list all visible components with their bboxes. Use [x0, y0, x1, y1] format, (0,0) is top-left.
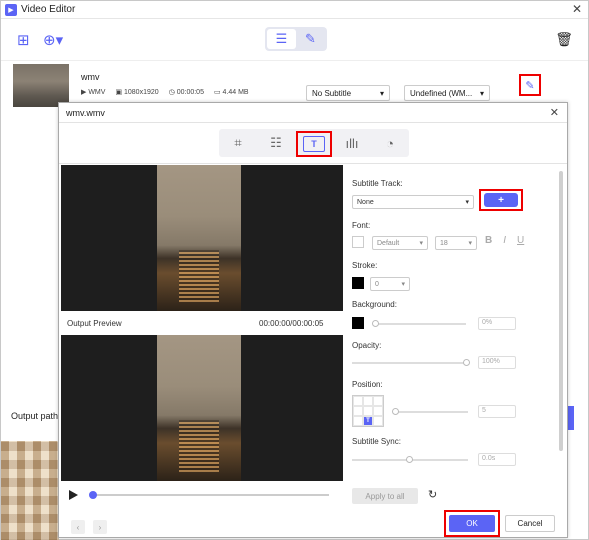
duration-info: ◷ 00:00:05: [168, 89, 204, 96]
background-label: Background:: [352, 300, 397, 309]
ok-highlight: OK: [444, 510, 500, 537]
window-close-button[interactable]: ✕: [572, 2, 582, 16]
opacity-slider[interactable]: [352, 362, 468, 364]
bold-button[interactable]: B: [485, 235, 492, 246]
dialog-close-button[interactable]: ✕: [550, 106, 559, 119]
position-value[interactable]: 5: [478, 405, 516, 418]
font-color-swatch[interactable]: [352, 236, 364, 248]
add-dropdown-icon[interactable]: ⊕▾: [43, 31, 63, 49]
cancel-button[interactable]: Cancel: [505, 515, 555, 532]
opacity-label: Opacity:: [352, 341, 382, 350]
panel-scrollbar[interactable]: [559, 171, 563, 451]
subtitle-sync-knob[interactable]: [406, 456, 413, 463]
next-file-icon[interactable]: ›: [93, 520, 107, 534]
app-logo-icon: ▶: [5, 3, 17, 16]
tabs-divider: [59, 163, 567, 164]
position-label: Position:: [352, 380, 383, 389]
background-color-swatch[interactable]: [352, 317, 364, 329]
title-bar: ▶ Video Editor ✕: [1, 1, 588, 19]
stroke-label: Stroke:: [352, 261, 378, 270]
file-nav: ‹ ›: [71, 520, 107, 534]
edit-view-icon[interactable]: ✎: [296, 29, 325, 49]
subtitle-tab-highlight[interactable]: T: [296, 131, 332, 157]
italic-button[interactable]: I: [503, 235, 506, 246]
background-knob[interactable]: [372, 320, 379, 327]
font-label: Font:: [352, 221, 371, 230]
ok-button[interactable]: OK: [449, 515, 495, 532]
play-icon[interactable]: [69, 490, 78, 500]
app-title: Video Editor: [21, 4, 76, 15]
reset-icon[interactable]: ↻: [428, 488, 437, 501]
audio-select[interactable]: Undefined (WM... ▾: [404, 85, 490, 101]
edit-dialog: wmv.wmv ✕ ⌗ ☷ ıllı ◔ T Output Preview 00…: [58, 102, 568, 538]
subtitle-sync-value[interactable]: 0.0s: [478, 453, 516, 466]
size-info: ▭ 4.44 MB: [213, 89, 249, 96]
stroke-select[interactable]: 0 ▾: [370, 277, 410, 291]
font-style-buttons: B I U: [485, 235, 524, 246]
add-subtitle-highlight: +: [479, 189, 523, 211]
toolbar: ⊞ ⊕▾ ☰ ✎ 🗑: [1, 19, 588, 61]
tab-crop-icon[interactable]: ⌗: [219, 129, 257, 157]
output-path-label: Output path:: [11, 411, 61, 421]
second-video-thumbnail[interactable]: [1, 441, 59, 540]
opacity-knob[interactable]: [463, 359, 470, 366]
position-grid[interactable]: T: [352, 395, 384, 427]
tab-effects-icon[interactable]: ☷: [257, 129, 295, 157]
list-view-icon[interactable]: ☰: [267, 29, 296, 49]
font-family-select[interactable]: Default ▾: [372, 236, 428, 250]
subtitle-panel: Subtitle Track: None ▾ + Font: Default ▾ 1…: [344, 165, 566, 504]
output-preview-label: Output Preview: [67, 319, 122, 328]
apply-to-all-button[interactable]: Apply to all: [352, 488, 418, 504]
progress-knob[interactable]: [89, 491, 97, 499]
position-marker[interactable]: T: [363, 416, 373, 426]
subtitle-track-select[interactable]: None ▾: [352, 195, 474, 209]
preview-time: 00:00:00/00:00:05: [259, 319, 324, 328]
video-thumbnail[interactable]: [13, 64, 69, 107]
progress-track[interactable]: [91, 494, 329, 496]
background-value[interactable]: 0%: [478, 317, 516, 330]
edit-button[interactable]: ✎: [519, 74, 541, 96]
resolution-info: ▣ 1080x1920: [115, 89, 159, 96]
file-name: wmv: [81, 72, 100, 82]
trash-icon[interactable]: 🗑: [555, 31, 573, 48]
add-file-icon[interactable]: ⊞: [17, 31, 30, 49]
player-controls: [61, 483, 343, 505]
tab-speed-icon[interactable]: ◔: [371, 129, 409, 157]
underline-button[interactable]: U: [517, 235, 524, 246]
stroke-color-swatch[interactable]: [352, 277, 364, 289]
tab-audio-icon[interactable]: ıllı: [333, 129, 371, 157]
file-meta: ▶ WMV ▣ 1080x1920 ◷ 00:00:05 ▭ 4.44 MB: [81, 88, 249, 96]
subtitle-track-label: Subtitle Track:: [352, 179, 403, 188]
background-slider[interactable]: [374, 323, 466, 325]
view-switch: ☰ ✎: [265, 27, 327, 51]
font-size-select[interactable]: 18 ▾: [435, 236, 477, 250]
dialog-title: wmv.wmv: [59, 103, 567, 123]
source-preview: [61, 165, 343, 311]
format-info: ▶ WMV: [81, 89, 106, 96]
subtitle-select[interactable]: No Subtitle ▾: [306, 85, 390, 101]
position-knob[interactable]: [392, 408, 399, 415]
position-slider[interactable]: [394, 411, 468, 413]
opacity-value[interactable]: 100%: [478, 356, 516, 369]
subtitle-sync-label: Subtitle Sync:: [352, 437, 401, 446]
output-preview: [61, 335, 343, 481]
edit-icon: ✎: [525, 79, 535, 92]
subtitle-icon: T: [303, 136, 325, 152]
prev-file-icon[interactable]: ‹: [71, 520, 85, 534]
add-subtitle-button[interactable]: +: [484, 193, 518, 207]
